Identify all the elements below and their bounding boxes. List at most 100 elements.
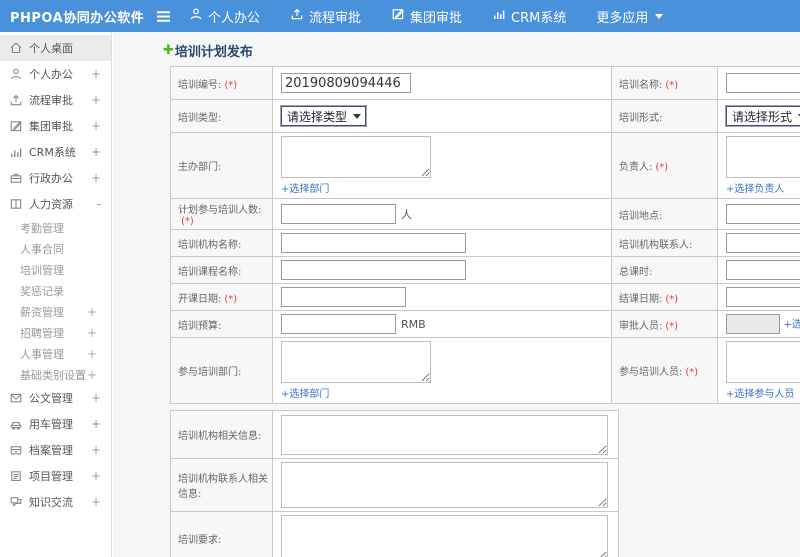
total-hours-input[interactable] (726, 260, 800, 280)
host-dept-textarea[interactable] (281, 136, 431, 178)
field-label-requirements: 培训要求: (170, 511, 273, 557)
join-depts-textarea[interactable] (281, 341, 431, 383)
sidebar-item-crm[interactable]: CRM系统 + (0, 139, 111, 165)
field-label-course-name: 培训课程名称: (170, 256, 273, 284)
field-label-end-date: 结课日期: (*) (611, 283, 718, 311)
org-info-textarea[interactable] (281, 414, 608, 455)
caret-down-icon (353, 113, 362, 119)
archive-icon (9, 443, 23, 457)
sidebar-item-documents[interactable]: 公文管理 + (0, 385, 111, 411)
leader-textarea[interactable] (726, 136, 800, 178)
sidebar-item-admin-office[interactable]: 行政办公 + (0, 165, 111, 191)
training-mode-select[interactable]: 请选择形式 (724, 105, 800, 127)
sidebar-subitem-salary[interactable]: 薪资管理 + (0, 301, 111, 322)
select-dept-link[interactable]: +选择部门 (281, 184, 329, 195)
user-icon (9, 67, 23, 81)
field-label-start-date: 开课日期: (*) (170, 283, 273, 311)
field-label-location: 培训地点: (611, 198, 718, 230)
sidebar-item-projects[interactable]: 项目管理 + (0, 463, 111, 489)
field-label-total-hours: 总课时: (611, 256, 718, 284)
hamburger-menu-icon[interactable] (156, 10, 171, 23)
org-name-input[interactable] (281, 233, 466, 253)
field-label-budget: 培训预算: (170, 310, 273, 338)
training-form-table: 培训编号:(*) 培训名称:(*) 培训类型: 请选择类型 培训形式: 请选择形… (170, 66, 800, 404)
edit-square-icon (9, 119, 23, 133)
nav-crm[interactable]: CRM系统 (492, 7, 566, 26)
flow-icon (290, 7, 304, 25)
sidebar-subitem-rewards[interactable]: 奖惩记录 (0, 280, 111, 301)
requirements-textarea[interactable] (281, 515, 608, 557)
book-icon (9, 197, 23, 211)
top-navigation: 个人办公 流程审批 集团审批 CRM系统 更多应用 (189, 7, 693, 26)
org-contact-info-textarea[interactable] (281, 462, 608, 508)
location-input[interactable] (726, 204, 800, 224)
main-content: ✚ 培训计划发布 培训编号:(*) 培训名称:(*) 培训类型: 请选择类型 培… (113, 32, 800, 557)
field-label-org-info: 培训机构相关信息: (170, 410, 273, 459)
sidebar-subitem-personnel[interactable]: 人事管理 + (0, 343, 111, 364)
field-label-name: 培训名称: (*) (611, 66, 718, 100)
training-type-select[interactable]: 请选择类型 (279, 105, 368, 127)
bar-chart-icon (9, 145, 23, 159)
sidebar-subitem-recruit[interactable]: 招聘管理 + (0, 322, 111, 343)
planned-count-input[interactable] (281, 204, 396, 224)
field-label-join-depts: 参与培训部门: (170, 337, 273, 404)
sidebar-item-knowledge[interactable]: 知识交流 + (0, 489, 111, 515)
training-name-input[interactable] (726, 73, 800, 93)
chat-icon (9, 495, 23, 509)
sidebar-subitem-training[interactable]: 培训管理 (0, 259, 111, 280)
sidebar-item-personal-office[interactable]: 个人办公 + (0, 61, 111, 87)
briefcase-icon (9, 171, 23, 185)
select-approver-link[interactable]: +选择审批人员 (784, 320, 800, 331)
field-label-org-name: 培训机构名称: (170, 229, 273, 257)
field-label-org-contact: 培训机构联系人: (611, 229, 718, 257)
flow-icon (9, 93, 23, 107)
app-brand: PHPOA协同办公软件 (10, 10, 145, 26)
field-label-host-dept: 主办部门: (170, 132, 273, 199)
select-join-people-link[interactable]: +选择参与人员 (726, 389, 794, 400)
nav-group-approval[interactable]: 集团审批 (391, 7, 462, 26)
approver-input[interactable] (726, 314, 780, 334)
topbar: PHPOA协同办公软件 个人办公 流程审批 集团审批 CRM系统 更多应用 (0, 0, 800, 32)
sidebar-subitem-attendance[interactable]: 考勤管理 (0, 217, 111, 238)
sidebar-item-desktop[interactable]: 个人桌面 (0, 35, 111, 61)
field-label-leader: 负责人: (*) (611, 132, 718, 199)
sidebar-item-archives[interactable]: 档案管理 + (0, 437, 111, 463)
nav-flow-approval[interactable]: 流程审批 (290, 7, 361, 26)
field-label-planned-count: 计划参与培训人数:(*) (170, 198, 273, 230)
start-date-input[interactable] (281, 287, 406, 307)
mail-icon (9, 391, 23, 405)
bar-chart-icon (492, 7, 506, 25)
car-icon (9, 417, 23, 431)
clipboard-icon (9, 469, 23, 483)
org-contact-input[interactable] (726, 233, 800, 253)
select-join-dept-link[interactable]: +选择部门 (281, 389, 329, 400)
field-label-approver: 审批人员: (*) (611, 310, 718, 338)
sidebar: 个人桌面 个人办公 + 流程审批 + 集团审批 + CRM系统 + 行政办公 +… (0, 32, 112, 557)
field-label-mode: 培训形式: (611, 99, 718, 133)
nav-personal-office[interactable]: 个人办公 (189, 7, 260, 26)
course-name-input[interactable] (281, 260, 466, 280)
join-people-textarea[interactable] (726, 341, 800, 383)
sidebar-subitem-base-category[interactable]: 基础类别设置 + (0, 364, 111, 385)
sidebar-item-hr[interactable]: 人力资源 - (0, 191, 111, 217)
field-label-org-contact-info: 培训机构联系人相关信息: (170, 458, 273, 512)
user-icon (189, 7, 203, 25)
training-number-input[interactable] (281, 73, 411, 93)
nav-more-apps[interactable]: 更多应用 (596, 7, 664, 26)
field-label-number: 培训编号: (*) (170, 66, 273, 100)
budget-input[interactable] (281, 314, 396, 334)
training-form-table-bottom: 培训机构相关信息: 培训机构联系人相关信息: 培训要求: 附件文档: +附件上传 (170, 410, 619, 557)
end-date-input[interactable] (726, 287, 800, 307)
home-icon (9, 41, 23, 55)
field-label-join-people: 参与培训人员: (*) (611, 337, 718, 404)
green-plus-icon: ✚ (163, 43, 174, 58)
select-leader-link[interactable]: +选择负责人 (726, 184, 784, 195)
sidebar-item-flow-approval[interactable]: 流程审批 + (0, 87, 111, 113)
page-title: ✚ 培训计划发布 (163, 43, 253, 60)
caret-down-icon (655, 13, 664, 19)
sidebar-item-vehicle[interactable]: 用车管理 + (0, 411, 111, 437)
sidebar-subitem-hr-contract[interactable]: 人事合同 (0, 238, 111, 259)
sidebar-item-group-approval[interactable]: 集团审批 + (0, 113, 111, 139)
edit-square-icon (391, 7, 405, 25)
field-label-type: 培训类型: (170, 99, 273, 133)
